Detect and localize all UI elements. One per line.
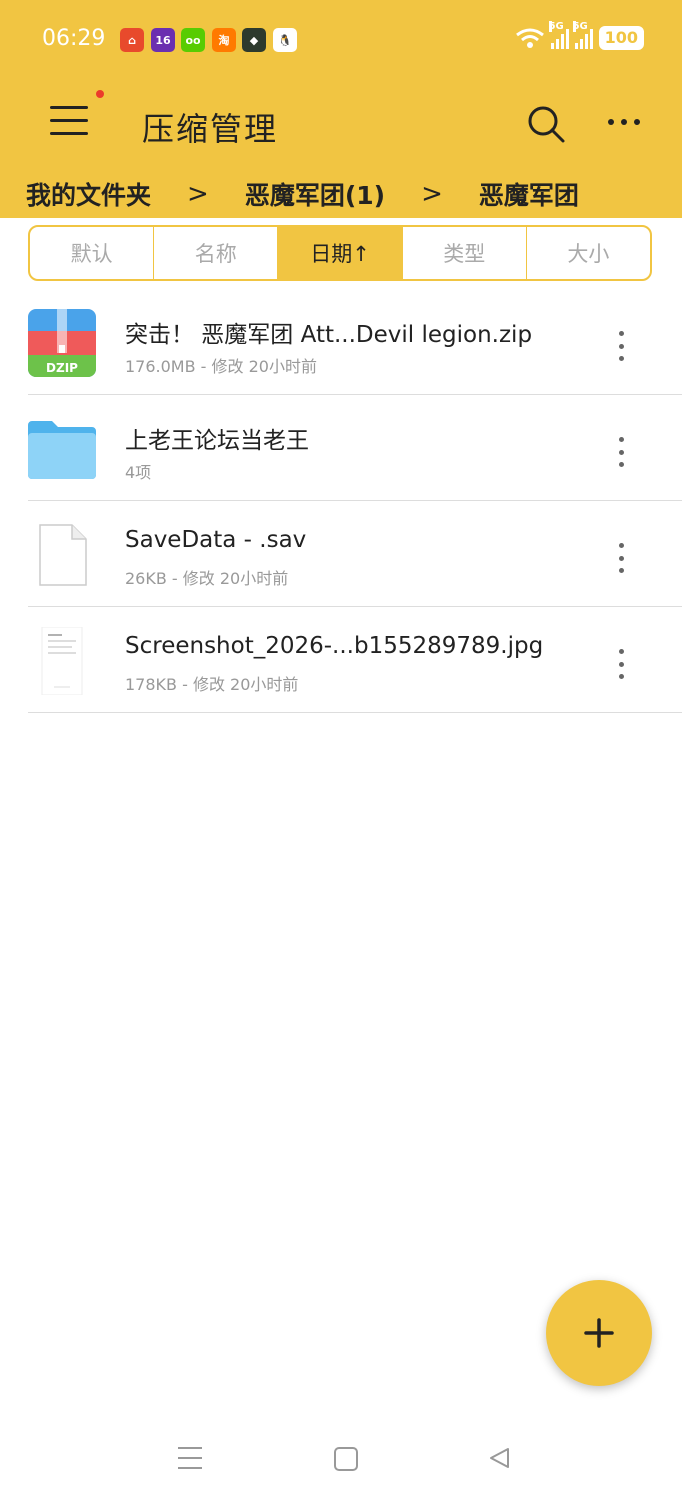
document-icon bbox=[39, 524, 87, 586]
sort-tab-type[interactable]: 类型 bbox=[403, 227, 527, 279]
dzip-label: DZIP bbox=[46, 361, 78, 375]
file-list: DZIP 突击！ 恶魔军团 Att...Devil legion.zip 176… bbox=[0, 289, 682, 713]
sort-tab-date[interactable]: 日期↑ bbox=[278, 227, 403, 279]
chevron-right-icon: > bbox=[187, 179, 209, 209]
page-title: 压缩管理 bbox=[142, 110, 279, 148]
app-icon-3: oo bbox=[181, 28, 205, 52]
search-icon[interactable] bbox=[526, 104, 566, 144]
file-meta: 26KB - 修改 20小时前 bbox=[125, 569, 289, 588]
app-header: 06:29 ⌂ 16 oo 淘 ◆ 🐧 5G 5G 100 压缩管理 我的文件夹… bbox=[0, 0, 682, 218]
chevron-right-icon: > bbox=[421, 179, 443, 209]
list-item[interactable]: 上老王论坛当老王 4项 bbox=[28, 395, 682, 501]
back-icon[interactable] bbox=[488, 1446, 512, 1470]
app-icon-1: ⌂ bbox=[120, 28, 144, 52]
sort-tabs: 默认 名称 日期↑ 类型 大小 bbox=[28, 225, 652, 281]
list-item[interactable]: DZIP 突击！ 恶魔军团 Att...Devil legion.zip 176… bbox=[28, 289, 682, 395]
more-vertical-icon[interactable] bbox=[616, 331, 626, 361]
status-indicators: 5G 5G 100 bbox=[515, 21, 644, 50]
image-thumbnail-icon bbox=[41, 627, 83, 695]
system-nav-bar bbox=[0, 1420, 682, 1500]
signal-icon-2: 5G bbox=[572, 21, 593, 49]
more-horizontal-icon[interactable] bbox=[608, 112, 648, 132]
folder-icon bbox=[28, 421, 96, 479]
app-icon-5: ◆ bbox=[242, 28, 266, 52]
plus-icon bbox=[584, 1318, 614, 1348]
list-item[interactable]: SaveData - .sav 26KB - 修改 20小时前 bbox=[28, 501, 682, 607]
more-vertical-icon[interactable] bbox=[616, 649, 626, 679]
breadcrumb-item-root[interactable]: 我的文件夹 bbox=[26, 176, 151, 212]
add-button[interactable] bbox=[546, 1280, 652, 1386]
app-icon-4: 淘 bbox=[212, 28, 236, 52]
dzip-archive-icon: DZIP bbox=[28, 309, 96, 377]
file-name: 突击！ 恶魔军团 Att...Devil legion.zip bbox=[125, 322, 533, 348]
home-icon[interactable] bbox=[334, 1447, 358, 1471]
hamburger-icon[interactable] bbox=[50, 104, 90, 138]
breadcrumb: 我的文件夹 > 恶魔军团(1) > 恶魔军团 bbox=[26, 176, 579, 212]
battery-icon: 100 bbox=[598, 26, 644, 50]
file-meta: 176.0MB - 修改 20小时前 bbox=[125, 357, 317, 376]
file-meta: 178KB - 修改 20小时前 bbox=[125, 675, 299, 694]
qq-icon: 🐧 bbox=[273, 28, 297, 52]
wifi-icon bbox=[515, 28, 544, 48]
app-icon-2: 16 bbox=[151, 28, 175, 52]
status-time: 06:29 bbox=[42, 26, 106, 51]
more-vertical-icon[interactable] bbox=[616, 543, 626, 573]
signal-icon-1: 5G bbox=[548, 21, 569, 49]
breadcrumb-item-current[interactable]: 恶魔军团 bbox=[479, 176, 579, 212]
breadcrumb-item-parent[interactable]: 恶魔军团(1) bbox=[245, 176, 385, 212]
file-name: 上老王论坛当老王 bbox=[125, 428, 309, 454]
network-label-2: 5G bbox=[572, 21, 588, 32]
recent-apps-icon[interactable] bbox=[178, 1447, 202, 1469]
notification-dot bbox=[96, 90, 104, 98]
list-item[interactable]: Screenshot_2026-...b155289789.jpg 178KB … bbox=[28, 607, 682, 713]
sort-tab-name[interactable]: 名称 bbox=[154, 227, 279, 279]
more-vertical-icon[interactable] bbox=[616, 437, 626, 467]
file-name: SaveData - .sav bbox=[125, 527, 307, 553]
sort-tab-default[interactable]: 默认 bbox=[30, 227, 155, 279]
network-label-1: 5G bbox=[548, 21, 564, 32]
sort-tab-size[interactable]: 大小 bbox=[527, 227, 650, 279]
file-meta: 4项 bbox=[125, 463, 152, 482]
file-name: Screenshot_2026-...b155289789.jpg bbox=[125, 633, 544, 659]
